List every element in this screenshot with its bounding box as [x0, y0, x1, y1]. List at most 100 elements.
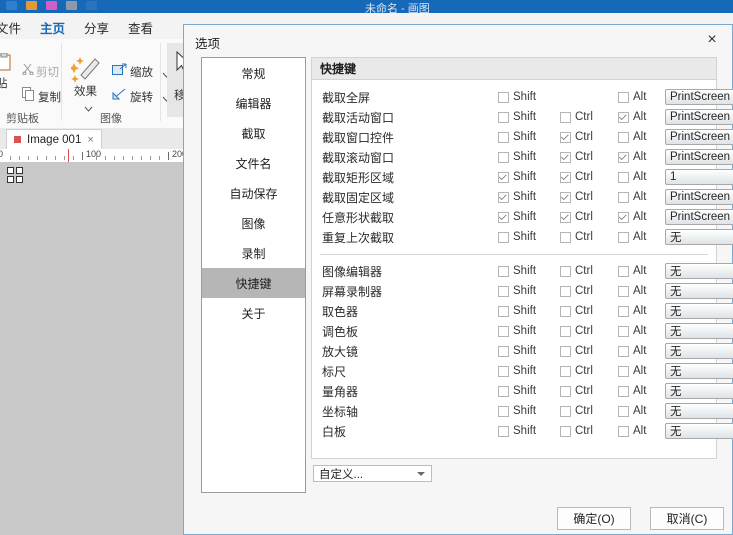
modifier-alt[interactable]: Alt: [618, 91, 646, 103]
zoom-label[interactable]: 缩放: [130, 64, 153, 80]
modifier-shift[interactable]: Shift: [498, 191, 536, 203]
ctrl-checkbox[interactable]: [560, 386, 571, 397]
alt-checkbox[interactable]: [618, 172, 629, 183]
ok-button[interactable]: 确定(O): [557, 507, 631, 530]
modifier-shift[interactable]: Shift: [498, 285, 536, 297]
sidebar-item-0[interactable]: 常规: [202, 58, 305, 88]
sidebar-item-3[interactable]: 文件名: [202, 148, 305, 178]
modifier-shift[interactable]: Shift: [498, 405, 536, 417]
shift-checkbox[interactable]: [498, 286, 509, 297]
resize-handle[interactable]: [7, 167, 14, 174]
key-combo[interactable]: PrintScreen: [665, 129, 733, 145]
resize-handle[interactable]: [7, 176, 14, 183]
alt-checkbox[interactable]: [618, 212, 629, 223]
modifier-shift[interactable]: Shift: [498, 385, 536, 397]
alt-checkbox[interactable]: [618, 92, 629, 103]
ctrl-checkbox[interactable]: [560, 366, 571, 377]
key-combo[interactable]: 无: [665, 383, 733, 399]
folder-icon[interactable]: [26, 1, 37, 10]
key-combo[interactable]: 无: [665, 229, 733, 245]
key-combo[interactable]: PrintScreen: [665, 209, 733, 225]
ribbon-tab-file[interactable]: 文件: [0, 16, 25, 39]
effects-icon[interactable]: [71, 53, 105, 86]
modifier-ctrl[interactable]: Ctrl: [560, 131, 593, 143]
key-combo[interactable]: 无: [665, 343, 733, 359]
preset-combo[interactable]: 自定义...: [313, 465, 432, 482]
shift-checkbox[interactable]: [498, 212, 509, 223]
modifier-ctrl[interactable]: Ctrl: [560, 191, 593, 203]
ribbon-tab-view[interactable]: 查看: [124, 16, 157, 39]
paste-icon[interactable]: [0, 53, 12, 74]
rotate-label[interactable]: 旋转: [130, 89, 153, 105]
modifier-ctrl[interactable]: Ctrl: [560, 425, 593, 437]
alt-checkbox[interactable]: [618, 306, 629, 317]
key-combo[interactable]: 无: [665, 403, 733, 419]
alt-checkbox[interactable]: [618, 266, 629, 277]
ctrl-checkbox[interactable]: [560, 152, 571, 163]
resize-handle[interactable]: [16, 167, 23, 174]
modifier-alt[interactable]: Alt: [618, 285, 646, 297]
ctrl-checkbox[interactable]: [560, 306, 571, 317]
modifier-shift[interactable]: Shift: [498, 345, 536, 357]
modifier-ctrl[interactable]: Ctrl: [560, 365, 593, 377]
ctrl-checkbox[interactable]: [560, 266, 571, 277]
save-icon[interactable]: [6, 1, 17, 10]
redo-icon[interactable]: [66, 1, 77, 10]
key-combo[interactable]: PrintScreen: [665, 149, 733, 165]
shift-checkbox[interactable]: [498, 92, 509, 103]
modifier-shift[interactable]: Shift: [498, 211, 536, 223]
alt-checkbox[interactable]: [618, 232, 629, 243]
modifier-ctrl[interactable]: Ctrl: [560, 405, 593, 417]
alt-checkbox[interactable]: [618, 192, 629, 203]
shift-checkbox[interactable]: [498, 426, 509, 437]
alt-checkbox[interactable]: [618, 406, 629, 417]
alt-checkbox[interactable]: [618, 366, 629, 377]
quick-access-toolbar[interactable]: [6, 1, 97, 10]
ctrl-checkbox[interactable]: [560, 286, 571, 297]
shift-checkbox[interactable]: [498, 326, 509, 337]
shift-checkbox[interactable]: [498, 346, 509, 357]
copy-label[interactable]: 复制: [38, 89, 61, 105]
modifier-alt[interactable]: Alt: [618, 231, 646, 243]
copy-icon[interactable]: [22, 87, 35, 104]
modifier-alt[interactable]: Alt: [618, 111, 646, 123]
settings-nav-list[interactable]: 常规编辑器截取文件名自动保存图像录制快捷键关于: [201, 57, 306, 493]
modifier-alt[interactable]: Alt: [618, 131, 646, 143]
ctrl-checkbox[interactable]: [560, 112, 571, 123]
ctrl-checkbox[interactable]: [560, 172, 571, 183]
shift-checkbox[interactable]: [498, 386, 509, 397]
ctrl-checkbox[interactable]: [560, 212, 571, 223]
shift-checkbox[interactable]: [498, 306, 509, 317]
modifier-alt[interactable]: Alt: [618, 211, 646, 223]
key-combo[interactable]: 无: [665, 363, 733, 379]
shift-checkbox[interactable]: [498, 406, 509, 417]
sidebar-item-2[interactable]: 截取: [202, 118, 305, 148]
modifier-shift[interactable]: Shift: [498, 171, 536, 183]
alt-checkbox[interactable]: [618, 346, 629, 357]
ctrl-checkbox[interactable]: [560, 346, 571, 357]
sidebar-item-8[interactable]: 关于: [202, 298, 305, 328]
ctrl-checkbox[interactable]: [560, 232, 571, 243]
alt-checkbox[interactable]: [618, 132, 629, 143]
modifier-alt[interactable]: Alt: [618, 265, 646, 277]
modifier-ctrl[interactable]: Ctrl: [560, 111, 593, 123]
modifier-ctrl[interactable]: Ctrl: [560, 171, 593, 183]
sidebar-item-4[interactable]: 自动保存: [202, 178, 305, 208]
modifier-ctrl[interactable]: Ctrl: [560, 211, 593, 223]
key-combo[interactable]: 无: [665, 283, 733, 299]
ctrl-checkbox[interactable]: [560, 192, 571, 203]
modifier-ctrl[interactable]: Ctrl: [560, 151, 593, 163]
modifier-alt[interactable]: Alt: [618, 345, 646, 357]
modifier-alt[interactable]: Alt: [618, 325, 646, 337]
rotate-icon[interactable]: [112, 87, 127, 104]
modifier-shift[interactable]: Shift: [498, 111, 536, 123]
alt-checkbox[interactable]: [618, 112, 629, 123]
alt-checkbox[interactable]: [618, 386, 629, 397]
modifier-ctrl[interactable]: Ctrl: [560, 265, 593, 277]
key-combo[interactable]: 无: [665, 323, 733, 339]
shift-checkbox[interactable]: [498, 266, 509, 277]
document-tab-image-001[interactable]: Image 001 ×: [6, 129, 102, 149]
modifier-alt[interactable]: Alt: [618, 171, 646, 183]
key-combo[interactable]: 无: [665, 423, 733, 439]
alt-checkbox[interactable]: [618, 152, 629, 163]
